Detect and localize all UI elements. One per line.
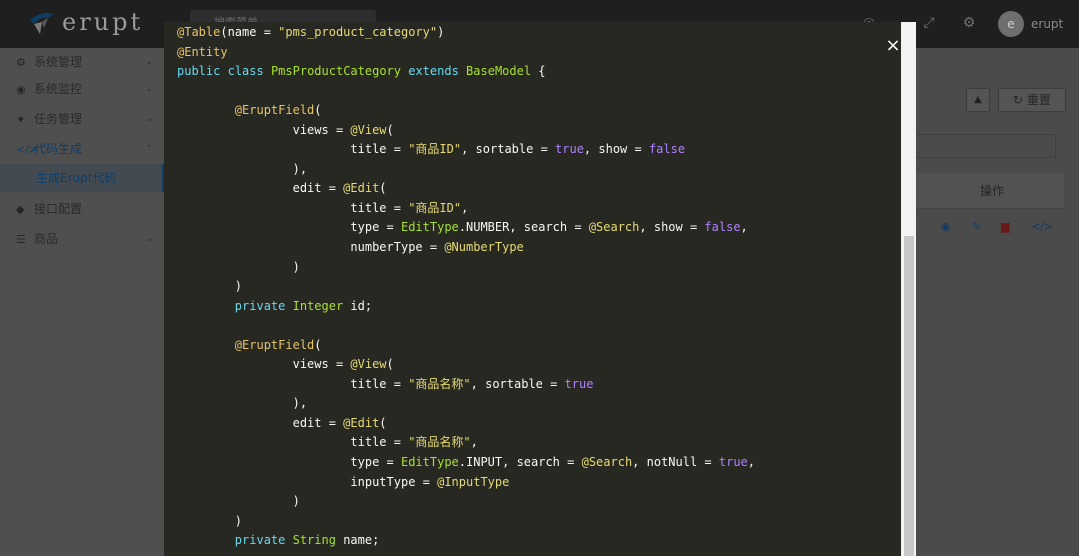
close-icon[interactable]: × [883,36,903,56]
edit-pencil-icon[interactable]: ✎ [972,220,981,233]
sidebar-item-label: 系统监控 [34,82,83,96]
chevron-down-icon: ⌄ [145,234,153,244]
code-line: public class PmsProductCategory extends … [177,64,546,79]
sidebar-item-label: 接口配置 [34,202,83,216]
code-line: views = @View( [177,357,394,372]
code-line: @Table(name = "pms_product_category") [177,25,445,39]
code-line: numberType = @NumberType [177,240,524,255]
scrollbar-thumb[interactable] [904,236,914,556]
code-line: ) [177,494,300,509]
code-line: inputType = @InputType [177,474,510,489]
logo-text: erupt [62,8,144,36]
sidebar-item-label: 系统管理 [34,55,83,69]
app-logo[interactable]: erupt [28,8,143,36]
tasks-icon: ✦ [16,113,26,126]
chevron-down-icon: ⌄ [145,84,153,94]
code-line: title = "商品ID", sortable = true, show = … [177,142,686,157]
chevron-up-icon: ⌃ [145,144,153,154]
fullscreen-icon[interactable]: ⤢ [920,14,938,32]
collapse-button[interactable]: ▲ [966,88,990,112]
code-line: title = "商品名称", sortable = true [177,376,594,391]
code-line: title = "商品名称", [177,435,478,450]
sidebar-item-code-gen[interactable]: </>代码生成 ⌃ [0,135,165,163]
code-line: ), [177,396,308,411]
code-line: @EruptField( [234,337,322,352]
settings-gear-icon[interactable]: ⚙ [960,14,978,32]
reset-label: 重置 [1026,93,1051,107]
reset-button[interactable]: ↻ 重置 [998,88,1066,112]
code-line: ) [177,279,243,294]
refresh-icon: ↻ [1013,93,1027,107]
sidebar-item-system-management[interactable]: ⚙ 系统管理 ⌄ [0,48,165,76]
sidebar-item-api-config[interactable]: ◆ 接口配置 [0,195,165,223]
sidebar-item-products[interactable]: ☰ 商品 ⌄ [0,225,165,253]
avatar[interactable]: e [998,11,1024,37]
cube-icon: ◆ [16,203,25,216]
code-preview-modal: @Table(name = "pms_product_category") @En… [164,22,916,556]
code-view-icon[interactable]: </> [1031,220,1053,233]
code-line: @EruptField( [234,103,322,118]
sidebar: ⚙ 系统管理 ⌄ ◉ 系统监控 ⌄ ✦ 任务管理 ⌄ </>代码生成 ⌃ 生成Erup… [0,48,165,556]
code-line: ) [177,513,243,528]
sidebar-item-task-management[interactable]: ✦ 任务管理 ⌄ [0,105,165,133]
list-icon: ☰ [16,233,26,246]
chevron-down-icon: ⌄ [145,57,153,67]
chevron-down-icon: ⌄ [145,114,153,124]
code-line: private Integer id; [234,298,373,313]
sidebar-item-label: 商品 [34,232,59,246]
delete-trash-icon[interactable]: ▆ [1001,220,1009,233]
sidebar-item-system-monitor[interactable]: ◉ 系统监控 ⌄ [0,75,165,103]
code-line: edit = @Edit( [177,181,387,196]
caret-up-icon: ▲ [974,94,982,105]
code-line: type = EditType.INPUT, search = @Search,… [177,455,756,470]
code-block: @Table(name = "pms_product_category") @En… [177,23,755,551]
code-line: private String name; [234,533,380,548]
gears-icon: ⚙ [16,56,26,69]
code-line: title = "商品ID", [177,200,469,215]
search-field[interactable] [916,134,1056,158]
ops-column-header: 操作 [980,184,1005,198]
sidebar-item-generate-erupt-code[interactable]: 生成Erupt代码 [0,164,165,192]
code-line: @Entity [177,44,228,59]
code-line: edit = @Edit( [177,415,387,430]
username[interactable]: erupt [1031,17,1063,31]
code-panel: @Table(name = "pms_product_category") @En… [164,22,901,556]
code-line: type = EditType.NUMBER, search = @Search… [177,220,748,235]
sidebar-item-label: 代码生成 [34,142,83,156]
code-icon: </> [16,143,39,156]
monitor-icon: ◉ [16,83,26,96]
logo-icon [30,12,54,34]
view-eye-icon[interactable]: ◉ [941,220,951,233]
code-line: ) [177,259,300,274]
code-line: ), [177,161,308,176]
code-line: views = @View( [177,122,394,137]
sidebar-item-label: 任务管理 [34,112,83,126]
